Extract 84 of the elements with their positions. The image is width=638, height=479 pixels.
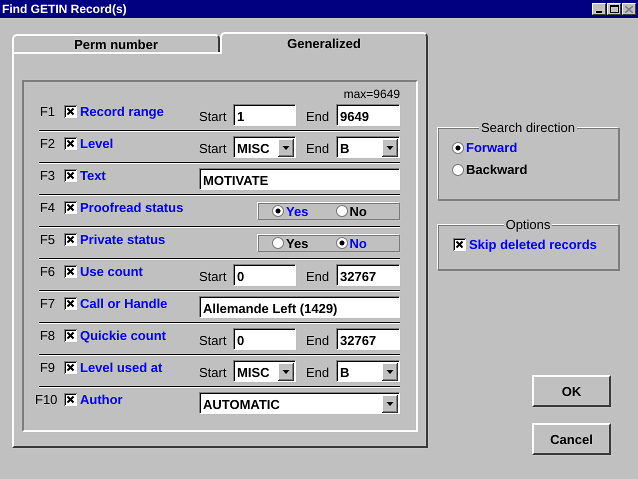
max-note: max=9649 bbox=[344, 87, 400, 100]
dropdown-button[interactable] bbox=[278, 139, 294, 157]
checkbox[interactable] bbox=[64, 265, 77, 278]
field-key: F7 bbox=[35, 296, 55, 311]
field-key: F1 bbox=[35, 104, 55, 119]
checkbox[interactable] bbox=[64, 329, 77, 342]
end-dropdown[interactable]: B bbox=[336, 360, 400, 382]
close-icon bbox=[625, 6, 633, 12]
radio-button[interactable] bbox=[272, 205, 284, 217]
dialog-button[interactable]: Cancel bbox=[532, 423, 611, 455]
field-key: F2 bbox=[35, 136, 55, 151]
dropdown-button[interactable] bbox=[382, 139, 398, 157]
field-key: F10 bbox=[35, 392, 55, 407]
dropdown[interactable]: AUTOMATIC bbox=[199, 392, 400, 414]
checkbox-label[interactable]: Author bbox=[80, 392, 123, 407]
radio-label[interactable]: No bbox=[350, 204, 367, 218]
start-label: Start bbox=[199, 364, 228, 380]
radio-label[interactable]: Yes bbox=[286, 204, 308, 218]
radio-label[interactable]: Forward bbox=[466, 140, 518, 155]
radio-button[interactable] bbox=[452, 142, 464, 154]
checkbox[interactable] bbox=[64, 233, 77, 246]
end-label: End bbox=[306, 332, 330, 348]
checkbox[interactable] bbox=[64, 105, 77, 118]
start-label: Start bbox=[199, 108, 228, 124]
checkbox-label[interactable]: Private status bbox=[80, 232, 166, 247]
dropdown-button[interactable] bbox=[382, 363, 398, 381]
start-label: Start bbox=[199, 140, 228, 156]
start-label: Start bbox=[199, 332, 228, 348]
checkbox[interactable] bbox=[64, 137, 77, 150]
maximize-icon bbox=[610, 5, 618, 13]
end-field[interactable]: 9649 bbox=[336, 104, 400, 126]
checkbox-label[interactable]: Proofread status bbox=[80, 200, 184, 215]
end-dropdown[interactable]: B bbox=[336, 136, 400, 158]
checkbox-label[interactable]: Call or Handle bbox=[80, 296, 168, 311]
checkbox[interactable] bbox=[64, 201, 77, 214]
start-field[interactable]: 0 bbox=[233, 264, 296, 286]
checkbox[interactable] bbox=[64, 169, 77, 182]
end-label: End bbox=[306, 268, 330, 284]
start-dropdown[interactable]: MISC bbox=[233, 136, 296, 158]
window-title: Find GETIN Record(s) bbox=[2, 2, 128, 16]
checkbox-label[interactable]: Text bbox=[80, 168, 106, 183]
start-label: Start bbox=[199, 268, 228, 284]
field-key: F5 bbox=[35, 232, 55, 247]
tab[interactable]: Generalized bbox=[220, 32, 428, 54]
group-title: Options bbox=[504, 217, 552, 232]
maximize-button[interactable] bbox=[607, 3, 621, 15]
field-key: F6 bbox=[35, 264, 55, 279]
radio-button[interactable] bbox=[336, 205, 348, 217]
end-field[interactable]: 32767 bbox=[336, 328, 400, 350]
checkbox-label[interactable]: Level used at bbox=[80, 360, 162, 375]
checkbox-label[interactable]: Use count bbox=[80, 264, 143, 279]
checkbox[interactable] bbox=[64, 393, 77, 406]
dialog-button[interactable]: OK bbox=[532, 375, 611, 407]
radio-button[interactable] bbox=[336, 237, 348, 249]
start-field[interactable]: 0 bbox=[233, 328, 296, 350]
field-key: F4 bbox=[35, 200, 55, 215]
checkbox[interactable] bbox=[64, 297, 77, 310]
dropdown-button[interactable] bbox=[278, 363, 294, 381]
end-label: End bbox=[306, 140, 330, 156]
tab[interactable]: Perm number bbox=[12, 34, 220, 52]
end-field[interactable]: 32767 bbox=[336, 264, 400, 286]
checkbox-label[interactable]: Level bbox=[80, 136, 114, 151]
radio-label[interactable]: No bbox=[350, 236, 367, 250]
end-label: End bbox=[306, 364, 330, 380]
minimize-button[interactable] bbox=[592, 3, 606, 15]
start-dropdown[interactable]: MISC bbox=[233, 360, 296, 382]
radio-button[interactable] bbox=[452, 164, 464, 176]
checkbox[interactable] bbox=[453, 238, 466, 251]
field-key: F8 bbox=[35, 328, 55, 343]
field-key: F3 bbox=[35, 168, 55, 183]
end-label: End bbox=[306, 108, 330, 124]
text-field[interactable]: Allemande Left (1429) bbox=[199, 296, 400, 318]
group-title: Search direction bbox=[479, 120, 577, 135]
radio-button[interactable] bbox=[272, 237, 284, 249]
checkbox-label[interactable]: Skip deleted records bbox=[469, 237, 597, 252]
radio-label[interactable]: Yes bbox=[286, 236, 308, 250]
checkbox[interactable] bbox=[64, 361, 77, 374]
start-field[interactable]: 1 bbox=[233, 104, 296, 126]
radio-label[interactable]: Backward bbox=[466, 162, 528, 177]
checkbox-label[interactable]: Record range bbox=[80, 104, 164, 119]
field-key: F9 bbox=[35, 360, 55, 375]
checkbox-label[interactable]: Quickie count bbox=[80, 328, 166, 343]
text-field[interactable]: MOTIVATE bbox=[199, 168, 400, 190]
dropdown-button[interactable] bbox=[382, 395, 398, 413]
